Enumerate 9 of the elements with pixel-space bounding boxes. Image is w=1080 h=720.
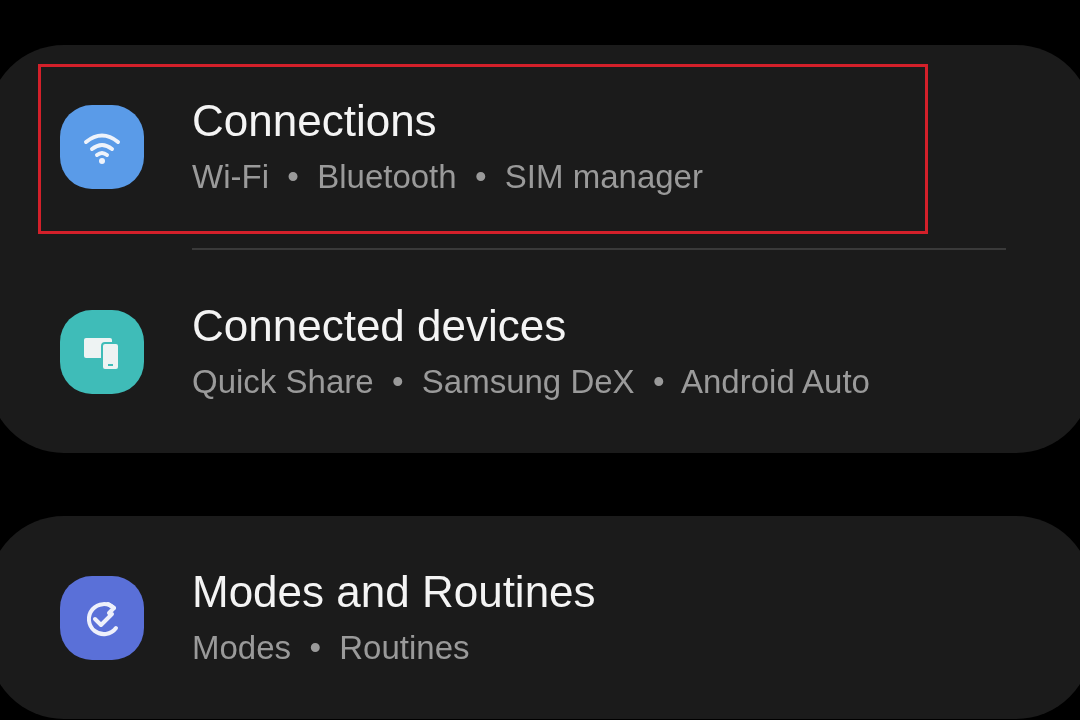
- item-subtitle: Quick Share • Samsung DeX • Android Auto: [192, 361, 870, 402]
- item-title: Connected devices: [192, 299, 568, 352]
- settings-item[interactable]: Connected devices Quick Share • Samsung DeX • Android Auto: [0, 250, 1080, 453]
- item-title: Modes and Routines: [192, 565, 596, 618]
- settings-item[interactable]: Connections Wi-Fi • Bluetooth • SIM manager: [0, 45, 1080, 248]
- item-title: Connections: [192, 94, 438, 147]
- item-subtitle: Modes • Routines: [192, 627, 471, 668]
- item-subtitle: Wi-Fi • Bluetooth • SIM manager: [192, 156, 703, 197]
- settings-item[interactable]: Modes and Routines Modes • Routines: [0, 516, 1080, 719]
